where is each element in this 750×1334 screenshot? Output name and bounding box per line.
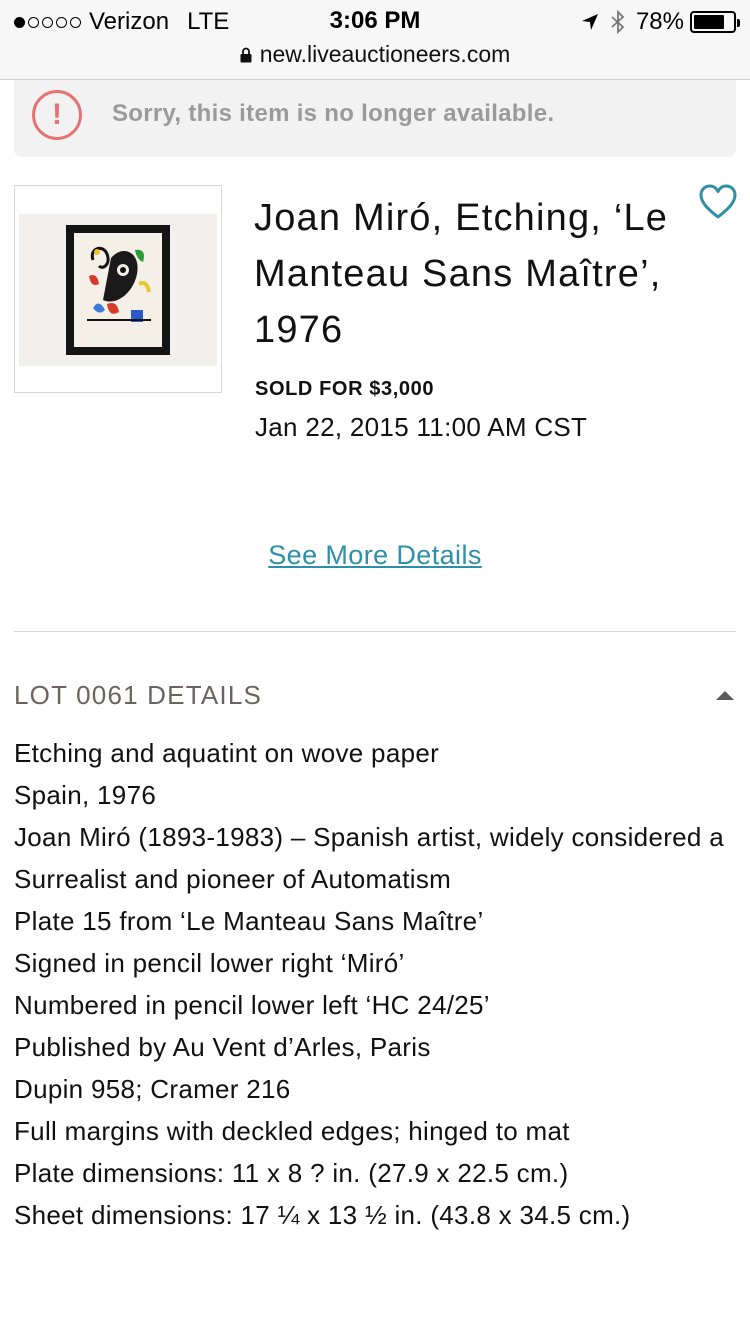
item-thumbnail[interactable] xyxy=(14,185,222,393)
battery-icon xyxy=(690,11,740,33)
detail-line: Sheet dimensions: 17 ¼ x 13 ½ in. (43.8 … xyxy=(14,1200,631,1230)
detail-line: Dupin 958; Cramer 216 xyxy=(14,1074,291,1104)
detail-line: Plate dimensions: 11 x 8 ? in. (27.9 x 2… xyxy=(14,1158,569,1188)
url-text[interactable]: new.liveauctioneers.com xyxy=(260,41,511,67)
lot-details-body: Etching and aquatint on wove paper Spain… xyxy=(14,732,736,1236)
lock-icon xyxy=(240,47,252,63)
favorite-heart-icon[interactable] xyxy=(697,182,739,222)
detail-line: Published by Au Vent d’Arles, Paris xyxy=(14,1032,431,1062)
detail-line: Etching and aquatint on wove paper xyxy=(14,738,440,768)
detail-line: Full margins with deckled edges; hinged … xyxy=(14,1116,570,1146)
detail-line: Signed in pencil lower right ‘Miró’ xyxy=(14,948,405,978)
detail-line: Plate 15 from ‘Le Manteau Sans Maître’ xyxy=(14,906,484,936)
section-divider xyxy=(14,631,736,632)
sold-price: SOLD FOR $3,000 xyxy=(255,378,435,400)
caret-up-icon[interactable] xyxy=(714,688,736,702)
alert-circle-icon: ! xyxy=(32,90,82,140)
detail-line: Joan Miró (1893-1983) – Spanish artist, … xyxy=(14,822,724,894)
lot-details-header[interactable]: LOT 0061 DETAILS xyxy=(14,680,262,711)
battery-percent: 78% xyxy=(635,8,684,35)
notice-text: Sorry, this item is no longer available. xyxy=(112,100,555,127)
unavailable-notice: ! Sorry, this item is no longer availabl… xyxy=(14,80,736,157)
battery-level xyxy=(694,15,724,29)
detail-line: Spain, 1976 xyxy=(14,780,157,810)
status-right: 78% xyxy=(580,8,740,36)
bluetooth-icon xyxy=(611,10,625,34)
item-title: Joan Miró, Etching, ‘Le Manteau Sans Maî… xyxy=(254,197,669,351)
sale-date: Jan 22, 2015 11:00 AM CST xyxy=(255,412,588,442)
see-more-details-link[interactable]: See More Details xyxy=(0,540,750,571)
detail-line: Numbered in pencil lower left ‘HC 24/25’ xyxy=(14,990,490,1020)
address-bar[interactable]: new.liveauctioneers.com xyxy=(0,40,750,80)
status-bar: Verizon LTE 3:06 PM 78% xyxy=(0,0,750,40)
location-arrow-icon xyxy=(581,14,598,30)
artwork-image xyxy=(19,214,217,366)
